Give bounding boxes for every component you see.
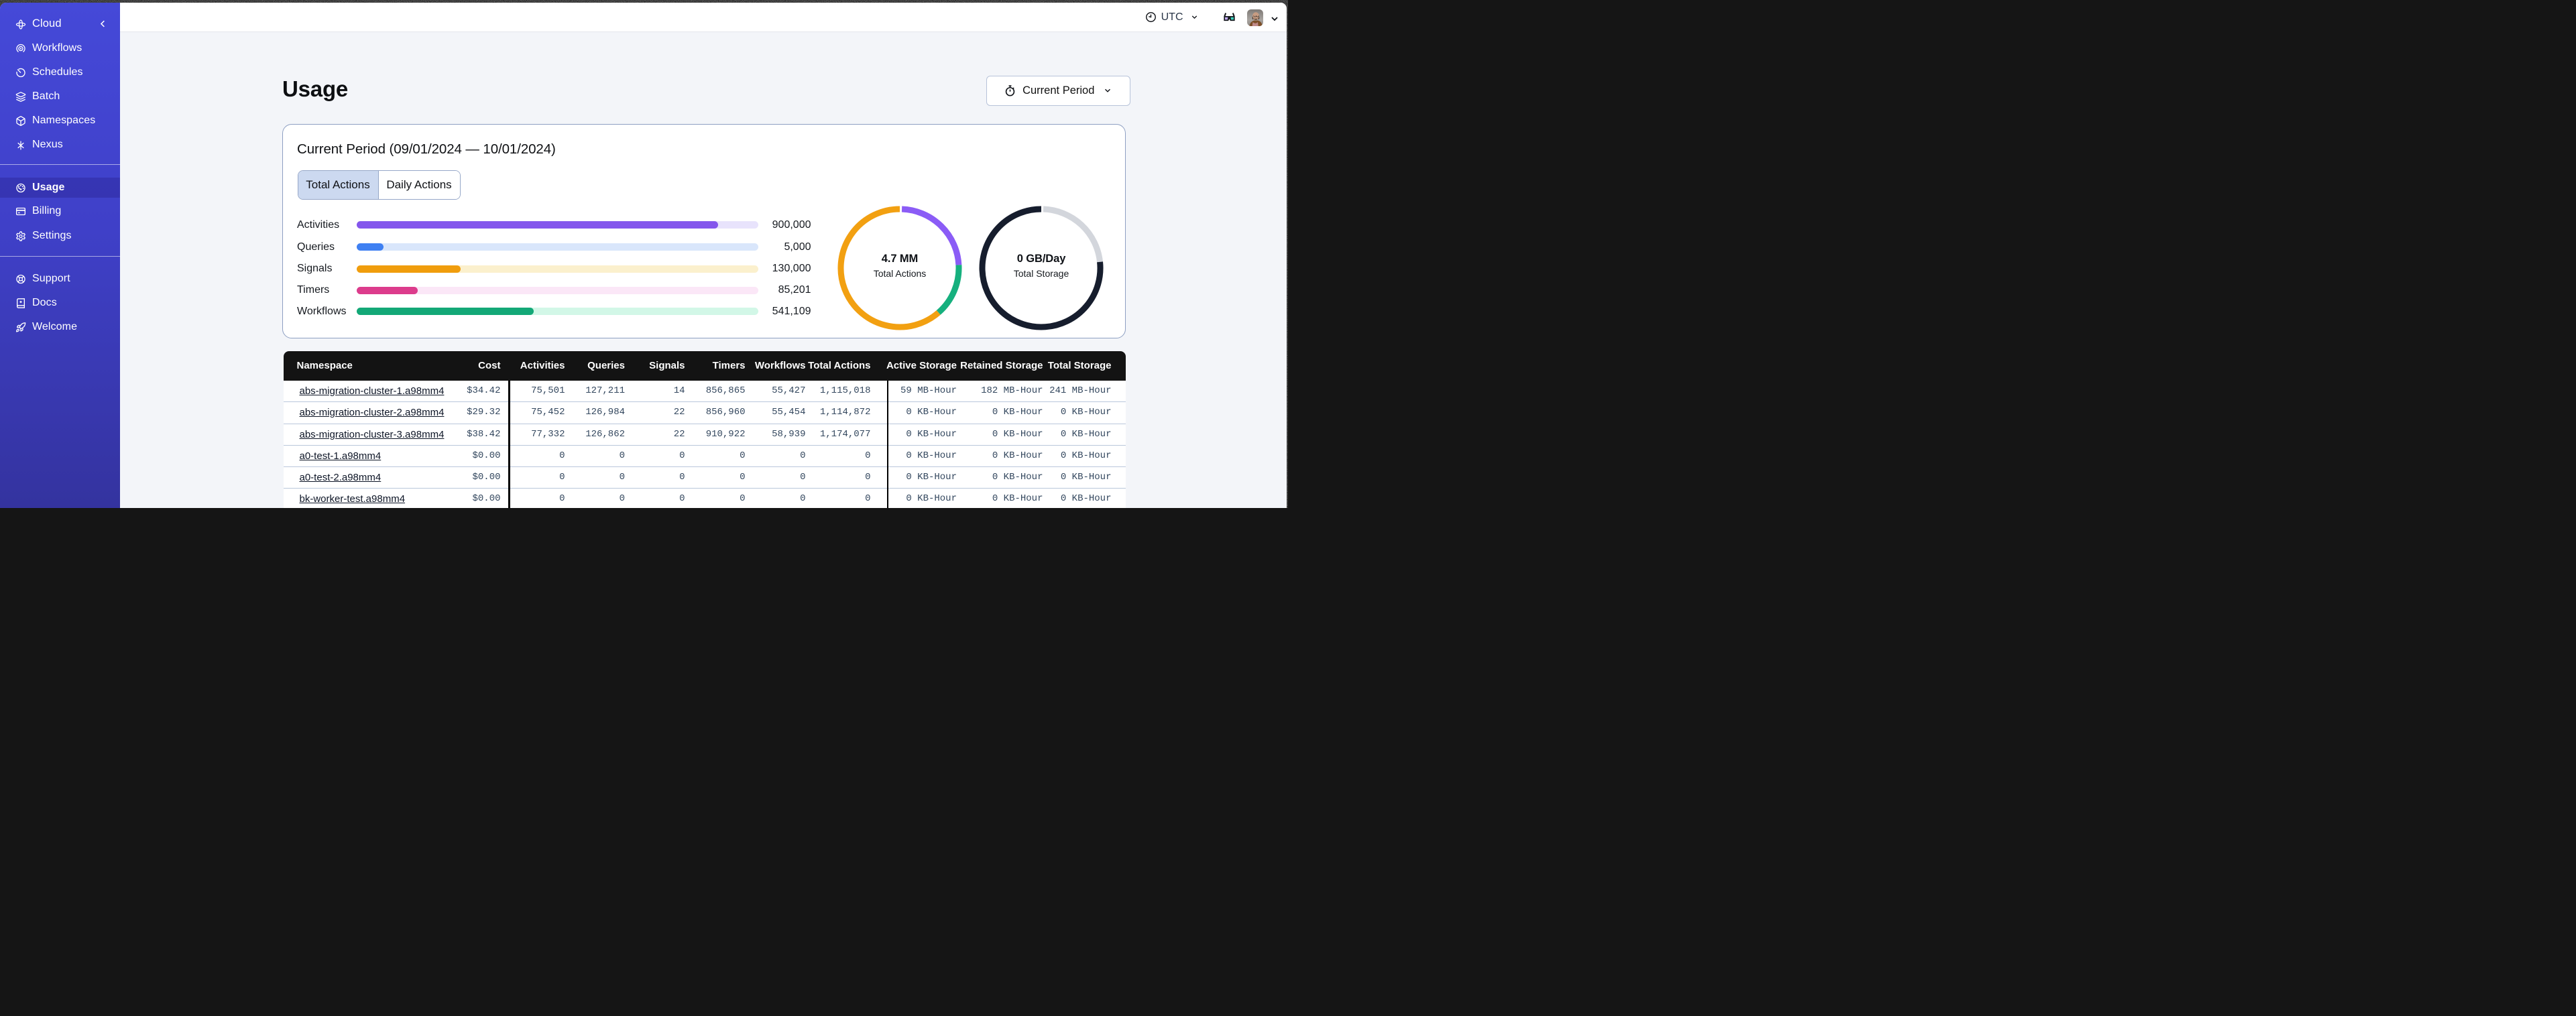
- svg-text:Total Actions: Total Actions: [873, 268, 926, 279]
- svg-text:Total Storage: Total Storage: [1013, 268, 1069, 279]
- svg-text:0 GB/Day: 0 GB/Day: [1016, 253, 1065, 265]
- svg-text:4.7 MM: 4.7 MM: [881, 253, 917, 265]
